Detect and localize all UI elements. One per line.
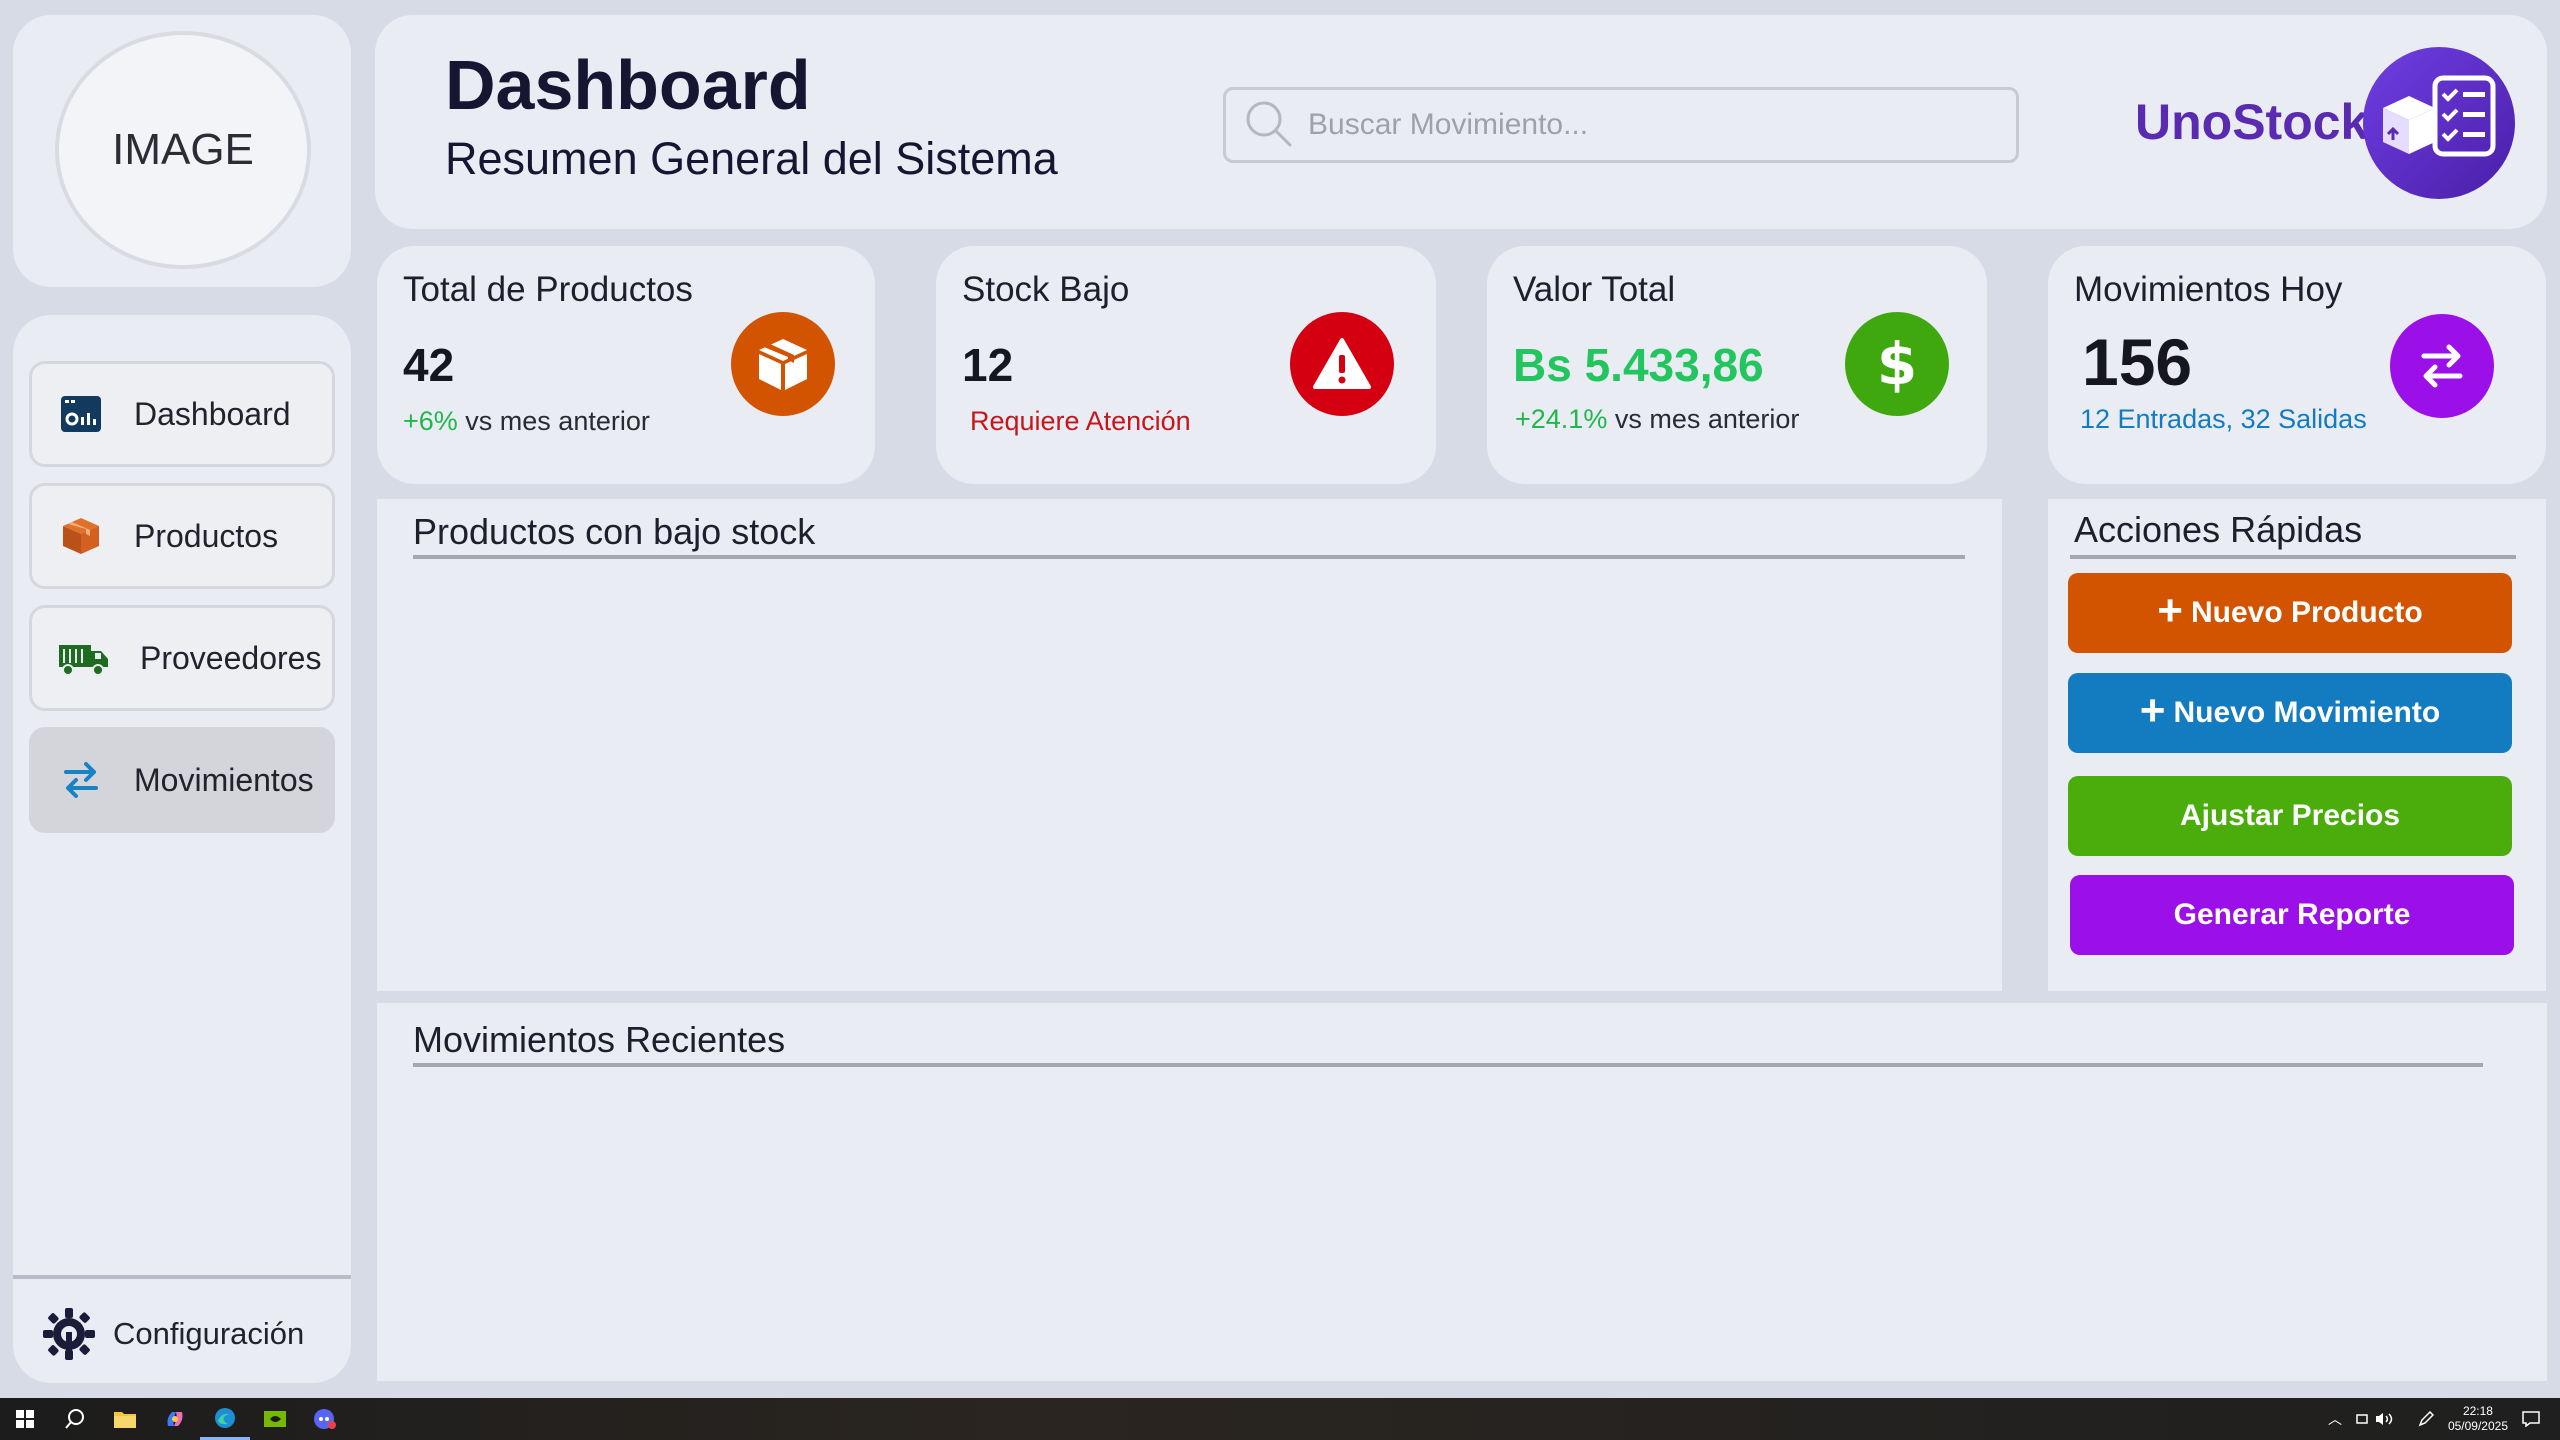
profile-panel: IMAGE <box>13 15 351 287</box>
stat-card-moves-today: Movimientos Hoy 156 12 Entradas, 32 Sali… <box>2048 246 2546 484</box>
page-title: Dashboard <box>445 46 811 124</box>
settings-label: Configuración <box>113 1316 305 1351</box>
clock-date: 05/09/2025 <box>2447 1419 2508 1433</box>
stat-delta: +24.1% vs mes anterior <box>1515 404 1799 435</box>
plus-icon: + <box>2157 586 2183 635</box>
sidebar-item-label: Proveedores <box>140 639 322 676</box>
header: Dashboard Resumen General del Sistema Un… <box>375 15 2547 229</box>
page-subtitle: Resumen General del Sistema <box>445 133 1058 184</box>
clock[interactable]: 22:18 05/09/2025 <box>2448 1404 2508 1434</box>
panel-divider <box>413 555 1965 559</box>
quick-actions-panel: Acciones Rápidas + Nuevo Producto + Nuevo … <box>2048 499 2546 991</box>
warning-icon <box>1290 312 1394 416</box>
delta-suffix: vs mes anterior <box>457 406 650 436</box>
stat-value: 12 <box>962 339 1014 391</box>
panel-divider <box>413 1063 2483 1067</box>
new-movement-button[interactable]: + Nuevo Movimiento <box>2068 673 2512 753</box>
stat-delta: +6% vs mes anterior <box>403 406 650 437</box>
button-label: Generar Reporte <box>2173 898 2411 931</box>
windows-start-icon[interactable] <box>0 1398 50 1440</box>
recent-movements-panel: Movimientos Recientes <box>377 1003 2547 1381</box>
stat-label: Stock Bajo <box>962 270 1130 309</box>
edge-browser-icon[interactable] <box>200 1398 250 1440</box>
button-label: Nuevo Producto <box>2191 596 2423 629</box>
discord-icon[interactable] <box>300 1398 350 1440</box>
chevron-up-icon[interactable]: ︿ <box>2328 1409 2342 1429</box>
sidebar-item-label: Dashboard <box>134 395 291 432</box>
file-explorer-icon[interactable] <box>100 1398 150 1440</box>
panel-title: Productos con bajo stock <box>413 511 816 552</box>
sidebar-item-configuracion[interactable]: Configuración <box>41 1295 304 1373</box>
avatar[interactable]: IMAGE <box>55 31 311 269</box>
nvidia-icon[interactable] <box>250 1398 300 1440</box>
sidebar-item-proveedores[interactable]: Proveedores <box>29 605 335 711</box>
sidebar-divider <box>13 1275 351 1279</box>
stat-card-low-stock: Stock Bajo 12 Requiere Atención <box>936 246 1436 484</box>
panel-title: Movimientos Recientes <box>413 1019 786 1060</box>
search-icon[interactable] <box>50 1398 100 1440</box>
stat-label: Valor Total <box>1513 270 1676 309</box>
stat-label: Movimientos Hoy <box>2074 270 2343 309</box>
stat-value: Bs 5.433,86 <box>1513 339 1764 391</box>
copilot-icon[interactable] <box>150 1398 200 1440</box>
stat-label: Total de Productos <box>403 270 693 309</box>
brand-logo-icon <box>2363 47 2515 199</box>
taskbar: ︿ 22:18 05/09/2025 <box>0 1398 2560 1440</box>
brand-name: UnoStock <box>2135 94 2369 150</box>
arrows-exchange-icon <box>2390 314 2494 418</box>
clock-time: 22:18 <box>2462 1404 2493 1418</box>
search-icon <box>1242 97 1294 154</box>
stat-value: 156 <box>2082 325 2193 399</box>
search-input[interactable] <box>1308 108 2016 142</box>
sidebar-item-label: Movimientos <box>134 761 314 798</box>
delta-suffix: vs mes anterior <box>1607 404 1800 434</box>
svg-text:$: $ <box>1877 332 1917 396</box>
stat-card-total-value: Valor Total Bs 5.433,86 +24.1% vs mes an… <box>1487 246 1987 484</box>
notifications-icon[interactable] <box>2522 1411 2540 1427</box>
new-product-button[interactable]: + Nuevo Producto <box>2068 573 2512 653</box>
truck-icon <box>58 635 110 681</box>
panel-title: Acciones Rápidas <box>2074 509 2363 550</box>
panel-divider <box>2070 555 2516 559</box>
box-icon <box>731 312 835 416</box>
pen-icon[interactable] <box>2418 1411 2434 1427</box>
sidebar-item-movimientos[interactable]: Movimientos <box>29 727 335 833</box>
plus-icon: + <box>2139 686 2166 735</box>
stat-card-total-products: Total de Productos 42 +6% vs mes anterio… <box>377 246 875 484</box>
button-label: Ajustar Precios <box>2179 799 2401 832</box>
dashboard-icon <box>58 391 104 437</box>
gear-wrench-icon <box>41 1306 97 1362</box>
delta-value: +24.1% <box>1515 404 1608 434</box>
stat-note: Requiere Atención <box>970 406 1191 436</box>
sidebar: Dashboard Productos Proveedores Movimien… <box>13 315 351 1383</box>
adjust-prices-button[interactable]: Ajustar Precios <box>2068 776 2512 856</box>
network-volume-icon[interactable] <box>2356 1411 2404 1427</box>
search-box[interactable] <box>1223 87 2019 163</box>
box-icon <box>58 513 104 559</box>
generate-report-button[interactable]: Generar Reporte <box>2070 875 2514 955</box>
sidebar-item-productos[interactable]: Productos <box>29 483 335 589</box>
sidebar-item-dashboard[interactable]: Dashboard <box>29 361 335 467</box>
delta-value: +6% <box>403 406 458 436</box>
button-label: Nuevo Movimiento <box>2173 696 2441 729</box>
stat-note: 12 Entradas, 32 Salidas <box>2080 404 2367 434</box>
arrows-exchange-icon <box>58 757 104 803</box>
system-tray: ︿ 22:18 05/09/2025 <box>2328 1398 2540 1440</box>
sidebar-item-label: Productos <box>134 517 279 554</box>
low-stock-panel: Productos con bajo stock <box>377 499 2002 991</box>
dollar-icon: $ <box>1845 312 1949 416</box>
stat-value: 42 <box>403 339 455 391</box>
